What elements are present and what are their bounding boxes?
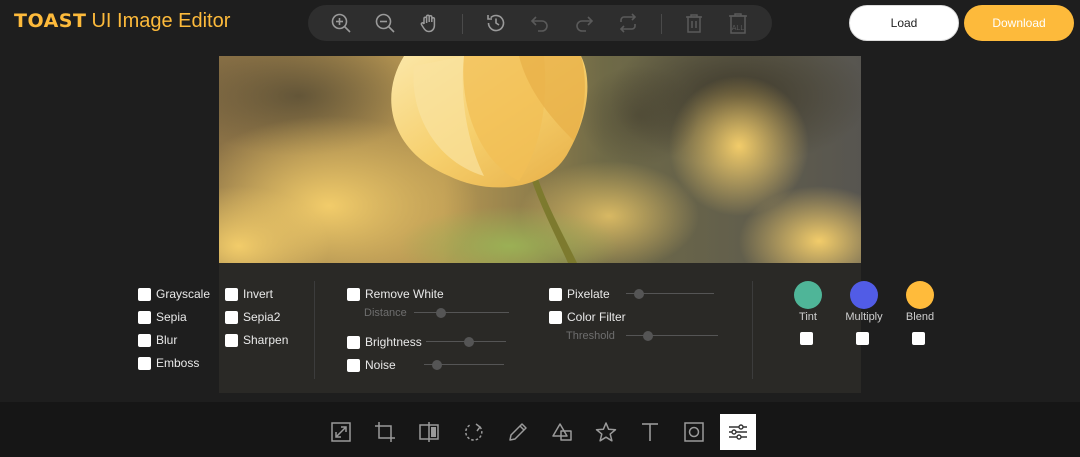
checkbox-box[interactable] [347, 358, 360, 372]
checkbox-box[interactable] [225, 310, 238, 324]
image-canvas[interactable] [219, 56, 861, 263]
panel-divider [314, 281, 315, 379]
filter-icon[interactable] [720, 414, 756, 450]
sepia-label: Sepia [156, 310, 187, 324]
rotate-icon[interactable] [456, 414, 492, 450]
slider-knob[interactable] [634, 289, 644, 299]
noise-label: Noise [365, 358, 396, 372]
checkbox-box[interactable] [138, 333, 151, 347]
slider-knob[interactable] [432, 360, 442, 370]
history-icon[interactable] [482, 9, 510, 37]
checkbox-box[interactable] [138, 310, 151, 324]
checkbox-box[interactable] [347, 335, 360, 349]
zoom-out-icon[interactable] [371, 9, 399, 37]
color-filter-label: Color Filter [567, 310, 626, 324]
blur-label: Blur [156, 333, 178, 347]
download-button[interactable]: Download [964, 5, 1074, 41]
menu-separator [462, 14, 463, 34]
bottom-toolbar [0, 402, 1080, 457]
multiply-label: Multiply [845, 311, 883, 323]
grayscale-label: Grayscale [156, 287, 211, 301]
mask-icon[interactable] [676, 414, 712, 450]
top-menu: ALL [308, 5, 772, 41]
logo-brand: TOAST [14, 10, 87, 32]
checkbox-box[interactable] [138, 287, 151, 301]
filter-controls: Grayscale Sepia Blur Emboss Invert Sepia… [0, 263, 1080, 393]
shape-icon[interactable] [544, 414, 580, 450]
tint-checkbox[interactable] [800, 332, 813, 345]
delete-all-icon[interactable]: ALL [724, 9, 752, 37]
reset-icon[interactable] [614, 9, 642, 37]
sepia-checkbox[interactable]: Sepia [138, 310, 187, 324]
invert-checkbox[interactable]: Invert [225, 287, 273, 301]
sharpen-label: Sharpen [243, 333, 289, 347]
undo-icon[interactable] [526, 9, 554, 37]
multiply-checkbox[interactable] [856, 332, 869, 345]
slider-knob[interactable] [436, 308, 446, 318]
noise-slider[interactable] [424, 359, 504, 371]
app-logo: TOAST UI Image Editor [14, 9, 230, 33]
remove-white-label: Remove White [365, 287, 444, 301]
emboss-checkbox[interactable]: Emboss [138, 356, 199, 370]
panel-divider [752, 281, 753, 379]
delete-all-text: ALL [732, 25, 745, 32]
slider-track [626, 335, 718, 336]
redo-icon[interactable] [570, 9, 598, 37]
color-filter-checkbox[interactable]: Color Filter [549, 310, 626, 324]
checkbox-box[interactable] [347, 287, 360, 301]
grayscale-checkbox[interactable]: Grayscale [138, 287, 210, 301]
sepia2-label: Sepia2 [243, 310, 281, 324]
sharpen-checkbox[interactable]: Sharpen [225, 333, 288, 347]
blend-color-swatch[interactable] [906, 281, 934, 309]
checkbox-box[interactable] [549, 310, 562, 324]
blend-label: Blend [905, 311, 935, 323]
checkbox-box[interactable] [225, 333, 238, 347]
tulip-image [219, 56, 861, 263]
pixelate-label: Pixelate [567, 287, 610, 301]
brightness-label: Brightness [365, 335, 422, 349]
checkbox-box[interactable] [549, 287, 562, 301]
sepia2-checkbox[interactable]: Sepia2 [225, 310, 280, 324]
menu-separator [661, 14, 662, 34]
load-button[interactable]: Load [849, 5, 959, 41]
logo-product: UI Image Editor [91, 9, 231, 32]
delete-icon[interactable] [680, 9, 708, 37]
draw-icon[interactable] [500, 414, 536, 450]
crop-icon[interactable] [367, 414, 403, 450]
checkbox-box[interactable] [138, 356, 151, 370]
threshold-slider[interactable] [626, 330, 718, 342]
checkbox-box[interactable] [225, 287, 238, 301]
remove-white-checkbox[interactable]: Remove White [347, 287, 444, 301]
blend-checkbox[interactable] [912, 332, 925, 345]
blur-checkbox[interactable]: Blur [138, 333, 177, 347]
flip-icon[interactable] [411, 414, 447, 450]
slider-knob[interactable] [464, 337, 474, 347]
tint-label: Tint [799, 311, 817, 323]
zoom-in-icon[interactable] [327, 9, 355, 37]
hand-icon[interactable] [415, 9, 443, 37]
slider-track [414, 312, 509, 313]
distance-label: Distance [364, 307, 407, 319]
brightness-slider[interactable] [426, 336, 506, 348]
tint-color-swatch[interactable] [794, 281, 822, 309]
icon-tool-icon[interactable] [588, 414, 624, 450]
distance-slider[interactable] [414, 307, 509, 319]
brightness-checkbox[interactable]: Brightness [347, 335, 422, 349]
pixelate-checkbox[interactable]: Pixelate [549, 287, 610, 301]
threshold-label: Threshold [566, 330, 615, 342]
invert-label: Invert [243, 287, 274, 301]
text-icon[interactable] [632, 414, 668, 450]
pixelate-slider[interactable] [626, 288, 714, 300]
noise-checkbox[interactable]: Noise [347, 358, 396, 372]
slider-knob[interactable] [643, 331, 653, 341]
multiply-color-swatch[interactable] [850, 281, 878, 309]
emboss-label: Emboss [156, 356, 200, 370]
resize-icon[interactable] [323, 414, 359, 450]
